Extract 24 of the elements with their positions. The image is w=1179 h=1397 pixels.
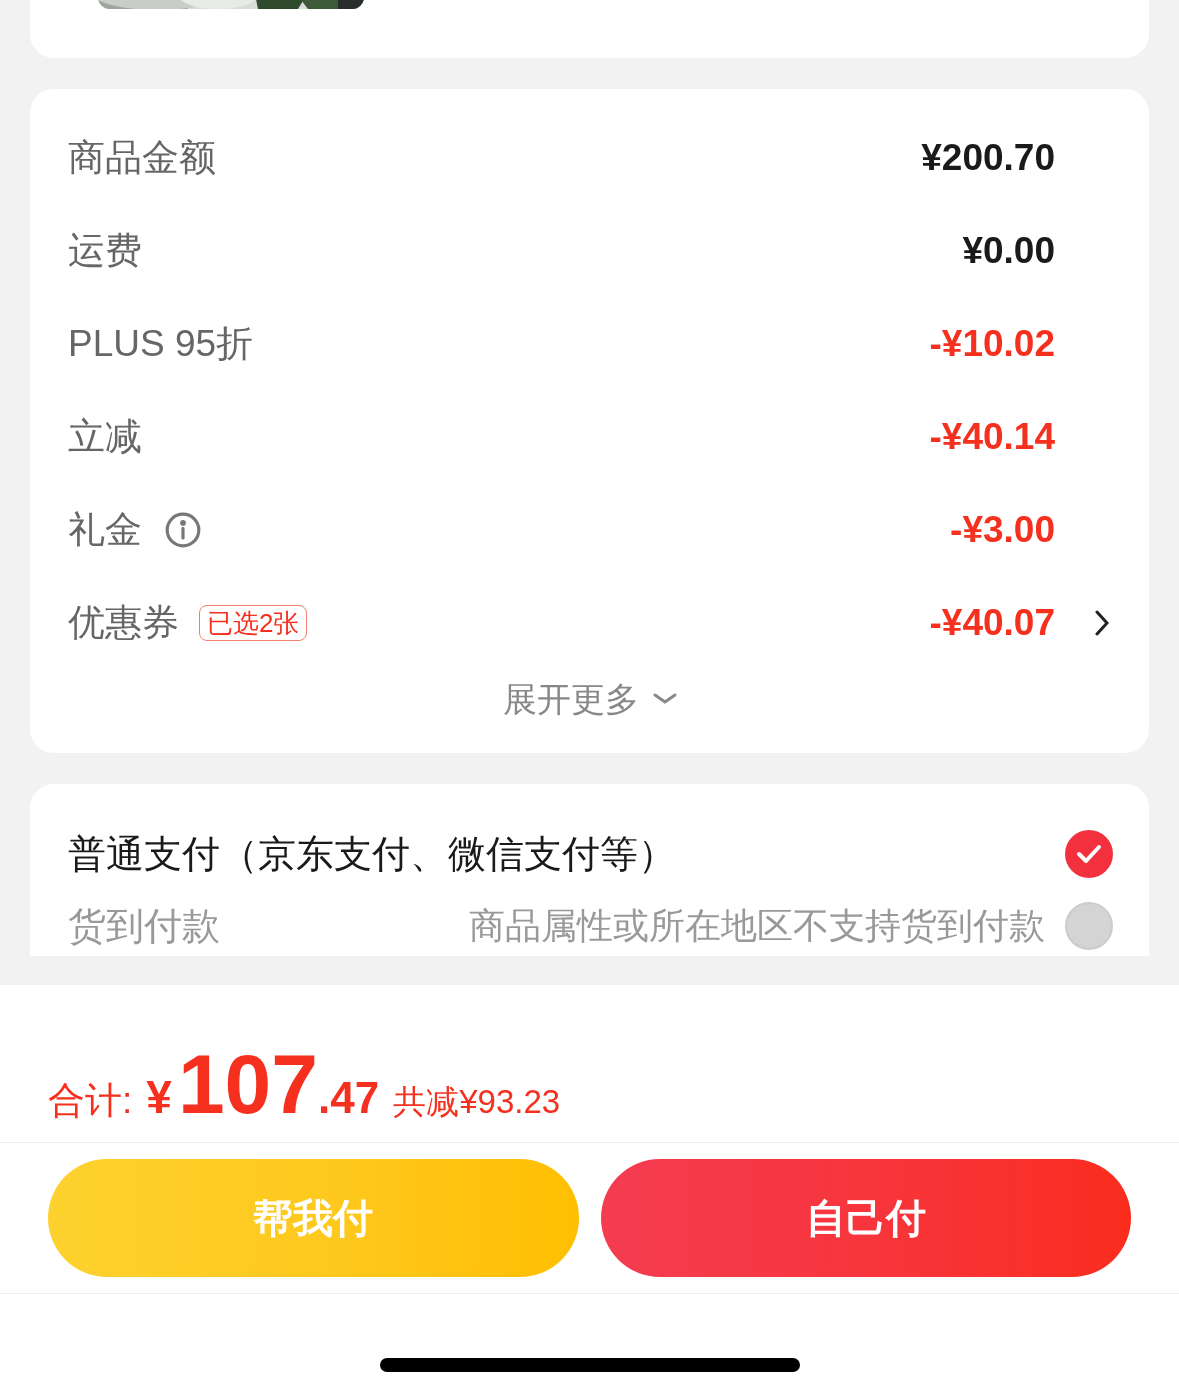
row-amount: ¥200.70 <box>921 135 1055 180</box>
chevron-right-icon[interactable] <box>1095 609 1109 636</box>
row-label: 立减 <box>68 414 142 459</box>
row-label: 礼金 <box>68 507 142 552</box>
row-label: 运费 <box>68 228 142 273</box>
total-label: 合计: <box>48 1079 133 1123</box>
row-label: 商品金额 <box>68 135 216 180</box>
chevron-down-icon <box>652 693 677 705</box>
option-note: 商品属性或所在地区不支持货到付款 <box>469 904 1045 948</box>
row-amount: -¥10.02 <box>929 321 1055 366</box>
total-savings: 共减¥93.23 <box>393 1082 561 1122</box>
expand-more-button[interactable]: 展开更多 <box>502 669 677 729</box>
checked-radio-icon[interactable] <box>1065 830 1113 878</box>
total-price: ¥107.47 <box>146 1036 380 1133</box>
row-label: PLUS 95折 <box>68 321 254 366</box>
row-amount: ¥0.00 <box>962 228 1055 273</box>
info-icon[interactable] <box>164 510 202 549</box>
payment-option[interactable]: 普通支付（京东支付、微信支付等） <box>68 825 676 883</box>
row-label: 优惠券 <box>68 600 179 645</box>
row-amount: -¥40.07 <box>929 600 1055 645</box>
coupon-count-tag: 已选2张 <box>199 604 308 641</box>
row-amount: -¥3.00 <box>950 507 1055 552</box>
row-amount: -¥40.14 <box>929 414 1055 459</box>
pay-button[interactable]: 自己付 <box>600 1159 1131 1277</box>
